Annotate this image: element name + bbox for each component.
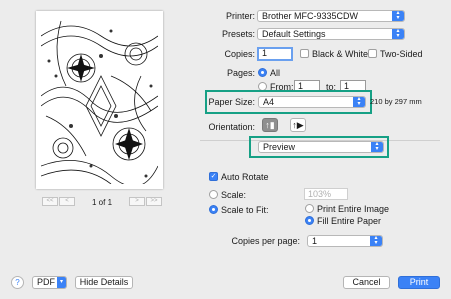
- scale-radio[interactable]: [209, 190, 218, 199]
- first-page-button[interactable]: <<: [42, 197, 58, 206]
- preview-sheet: [36, 11, 163, 189]
- black-white-label: Black & White: [312, 49, 369, 59]
- next-page-button[interactable]: >: [129, 197, 145, 206]
- paper-size-popup[interactable]: A4 ▴ ▾: [258, 96, 366, 108]
- two-sided-label: Two-Sided: [380, 49, 423, 59]
- printer-value: Brother MFC-9335CDW: [262, 11, 359, 21]
- chevron-down-icon: ▾: [57, 277, 66, 288]
- auto-rotate-checkbox[interactable]: ✓: [209, 172, 218, 181]
- pdf-label: PDF: [37, 277, 55, 287]
- mandala-artwork: [41, 16, 158, 184]
- copies-per-page-value: 1: [312, 236, 318, 246]
- panel-menu-popup[interactable]: Preview ▴ ▾: [258, 141, 384, 153]
- print-button[interactable]: Print: [398, 276, 440, 289]
- cancel-button[interactable]: Cancel: [343, 276, 390, 289]
- scale-label: Scale:: [221, 190, 247, 200]
- printer-popup[interactable]: Brother MFC-9335CDW ▴ ▾: [257, 10, 405, 22]
- last-page-button[interactable]: >>: [146, 197, 162, 206]
- printer-label: Printer:: [225, 11, 255, 21]
- copies-per-page-popup[interactable]: 1 ▴ ▾: [307, 235, 383, 247]
- fill-entire-paper-radio[interactable]: [305, 216, 314, 225]
- panel-menu-value: Preview: [263, 142, 296, 152]
- presets-value: Default Settings: [262, 29, 326, 39]
- chevron-updown-icon: ▴ ▾: [371, 142, 383, 152]
- chevron-updown-icon: ▴ ▾: [392, 29, 404, 39]
- portrait-orientation-button[interactable]: ↑▮: [262, 118, 278, 132]
- chevron-updown-icon: ▴ ▾: [370, 236, 382, 246]
- print-entire-image-radio[interactable]: [305, 204, 314, 213]
- pages-all-radio[interactable]: [258, 68, 267, 77]
- landscape-orientation-button[interactable]: ↑▶: [290, 118, 306, 132]
- paper-dimensions: 210 by 297 mm: [370, 97, 422, 106]
- auto-rotate-label: Auto Rotate: [221, 172, 269, 182]
- scale-to-fit-radio[interactable]: [209, 205, 218, 214]
- paper-size-label: Paper Size:: [208, 97, 255, 107]
- page-indicator: 1 of 1: [92, 198, 113, 207]
- previous-page-button[interactable]: <: [59, 197, 75, 206]
- paper-size-value: A4: [263, 97, 275, 107]
- pages-all-label: All: [270, 68, 281, 78]
- help-button[interactable]: ?: [11, 276, 24, 289]
- hide-details-button[interactable]: Hide Details: [75, 276, 133, 289]
- copies-field[interactable]: 1: [257, 47, 293, 61]
- pdf-menu-button[interactable]: PDF ▾: [32, 276, 67, 289]
- two-sided-checkbox[interactable]: [368, 49, 377, 58]
- chevron-updown-icon: ▴ ▾: [392, 11, 404, 21]
- copies-per-page-label: Copies per page:: [231, 236, 300, 246]
- scale-field[interactable]: 103%: [304, 188, 348, 200]
- scale-to-fit-label: Scale to Fit:: [221, 205, 269, 215]
- print-entire-image-label: Print Entire Image: [317, 204, 390, 214]
- presets-label: Presets:: [221, 29, 255, 39]
- fill-entire-paper-label: Fill Entire Paper: [317, 216, 382, 226]
- orientation-label: Orientation:: [208, 122, 255, 132]
- pages-label: Pages:: [226, 68, 255, 78]
- presets-popup[interactable]: Default Settings ▴ ▾: [257, 28, 405, 40]
- black-white-checkbox[interactable]: [300, 49, 309, 58]
- chevron-updown-icon: ▴ ▾: [353, 97, 365, 107]
- copies-label: Copies:: [224, 49, 255, 59]
